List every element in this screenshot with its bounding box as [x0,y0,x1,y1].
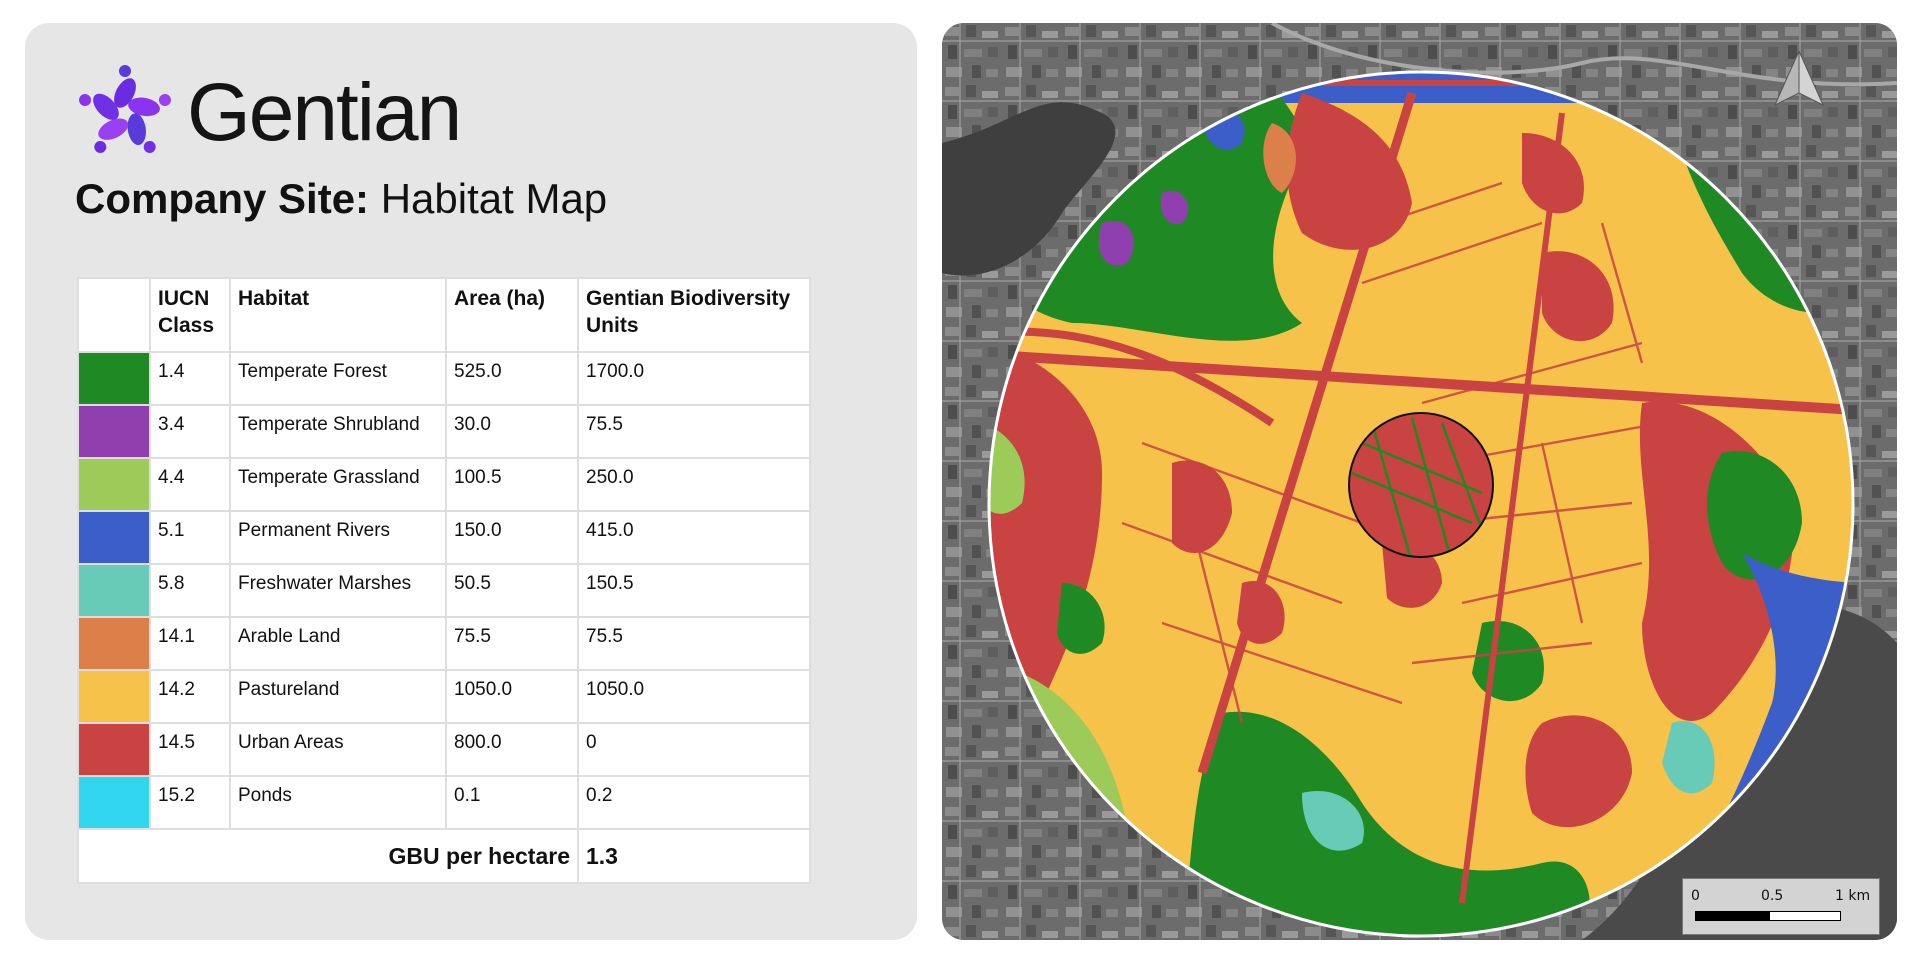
habitat-swatch-cell [77,616,151,671]
iucn-class-cell: 5.8 [149,563,231,618]
page-title-normal: Habitat Map [380,175,608,222]
habitat-swatch-cell [77,563,151,618]
area-cell: 1050.0 [445,669,579,724]
habitat-name-cell: Temperate Shrubland [229,404,447,459]
area-cell: 150.0 [445,510,579,565]
habitat-swatch-cell [77,775,151,830]
gbu-cell: 0 [577,722,811,777]
habitat-swatch-cell [77,669,151,724]
area-cell: 525.0 [445,351,579,406]
habitat-color-swatch [79,724,149,775]
info-panel: Gentian Company Site: Habitat Map IUCN C… [25,23,917,940]
brand-logo: Gentian [75,58,462,168]
scale-label-1km: 1 km [1835,888,1871,904]
habitat-swatch-cell [77,510,151,565]
gbu-cell: 415.0 [577,510,811,565]
scale-segment-black [1695,911,1769,921]
habitat-map[interactable]: 0 0.5 1 km [942,23,1897,940]
area-cell: 30.0 [445,404,579,459]
north-arrow-icon [1773,50,1825,107]
table-row: 15.2 Ponds 0.1 0.2 [77,775,811,830]
habitat-color-swatch [79,459,149,510]
table-row: 1.4 Temperate Forest 525.0 1700.0 [77,351,811,406]
brand-name: Gentian [187,67,462,158]
habitat-color-swatch [79,565,149,616]
habitat-name-cell: Arable Land [229,616,447,671]
habitat-name-cell: Temperate Grassland [229,457,447,512]
table-header-row: IUCN Class Habitat Area (ha) Gentian Bio… [77,277,811,353]
gbu-cell: 0.2 [577,775,811,830]
table-row: 14.2 Pastureland 1050.0 1050.0 [77,669,811,724]
area-cell: 75.5 [445,616,579,671]
header-iucn-class: IUCN Class [149,277,231,353]
habitat-swatch-cell [77,404,151,459]
habitat-name-cell: Urban Areas [229,722,447,777]
header-gbu: Gentian Biodiversity Units [577,277,811,353]
habitat-color-swatch [79,777,149,828]
scale-segment-white [1769,911,1841,921]
table-row: 4.4 Temperate Grassland 100.5 250.0 [77,457,811,512]
map-canvas[interactable] [942,23,1897,940]
header-area: Area (ha) [445,277,579,353]
habitat-name-cell: Permanent Rivers [229,510,447,565]
scale-bar: 0 0.5 1 km [1682,878,1880,935]
iucn-class-cell: 1.4 [149,351,231,406]
page-title-bold: Company Site: [75,175,370,222]
total-label: GBU per hectare [77,828,579,884]
iucn-class-cell: 14.1 [149,616,231,671]
gbu-cell: 75.5 [577,616,811,671]
habitat-name-cell: Temperate Forest [229,351,447,406]
area-cell: 100.5 [445,457,579,512]
gbu-cell: 75.5 [577,404,811,459]
habitat-name-cell: Pastureland [229,669,447,724]
iucn-class-cell: 3.4 [149,404,231,459]
page-title: Company Site: Habitat Map [75,175,607,223]
table-row: 14.5 Urban Areas 800.0 0 [77,722,811,777]
habitat-color-swatch [79,512,149,563]
iucn-class-cell: 14.2 [149,669,231,724]
habitat-color-swatch [79,406,149,457]
habitat-name-cell: Freshwater Marshes [229,563,447,618]
gbu-cell: 250.0 [577,457,811,512]
iucn-class-cell: 5.1 [149,510,231,565]
table-row: 14.1 Arable Land 75.5 75.5 [77,616,811,671]
iucn-class-cell: 14.5 [149,722,231,777]
habitat-swatch-cell [77,722,151,777]
header-habitat: Habitat [229,277,447,353]
habitat-swatch-cell [77,457,151,512]
iucn-class-cell: 4.4 [149,457,231,512]
habitat-color-swatch [79,618,149,669]
habitat-color-swatch [79,353,149,404]
table-row: 5.1 Permanent Rivers 150.0 415.0 [77,510,811,565]
scale-label-half: 0.5 [1761,888,1784,904]
habitat-swatch-cell [77,351,151,406]
area-cell: 0.1 [445,775,579,830]
total-row: GBU per hectare 1.3 [77,828,811,884]
total-value: 1.3 [577,828,811,884]
area-cell: 50.5 [445,563,579,618]
area-cell: 800.0 [445,722,579,777]
gbu-cell: 150.5 [577,563,811,618]
habitat-name-cell: Ponds [229,775,447,830]
gbu-cell: 1700.0 [577,351,811,406]
table-row: 5.8 Freshwater Marshes 50.5 150.5 [77,563,811,618]
habitat-table: IUCN Class Habitat Area (ha) Gentian Bio… [77,277,811,884]
habitat-color-swatch [79,671,149,722]
header-swatch [77,277,151,353]
gbu-cell: 1050.0 [577,669,811,724]
table-row: 3.4 Temperate Shrubland 30.0 75.5 [77,404,811,459]
gentian-flower-icon [79,65,171,153]
iucn-class-cell: 15.2 [149,775,231,830]
scale-label-0: 0 [1691,888,1700,904]
